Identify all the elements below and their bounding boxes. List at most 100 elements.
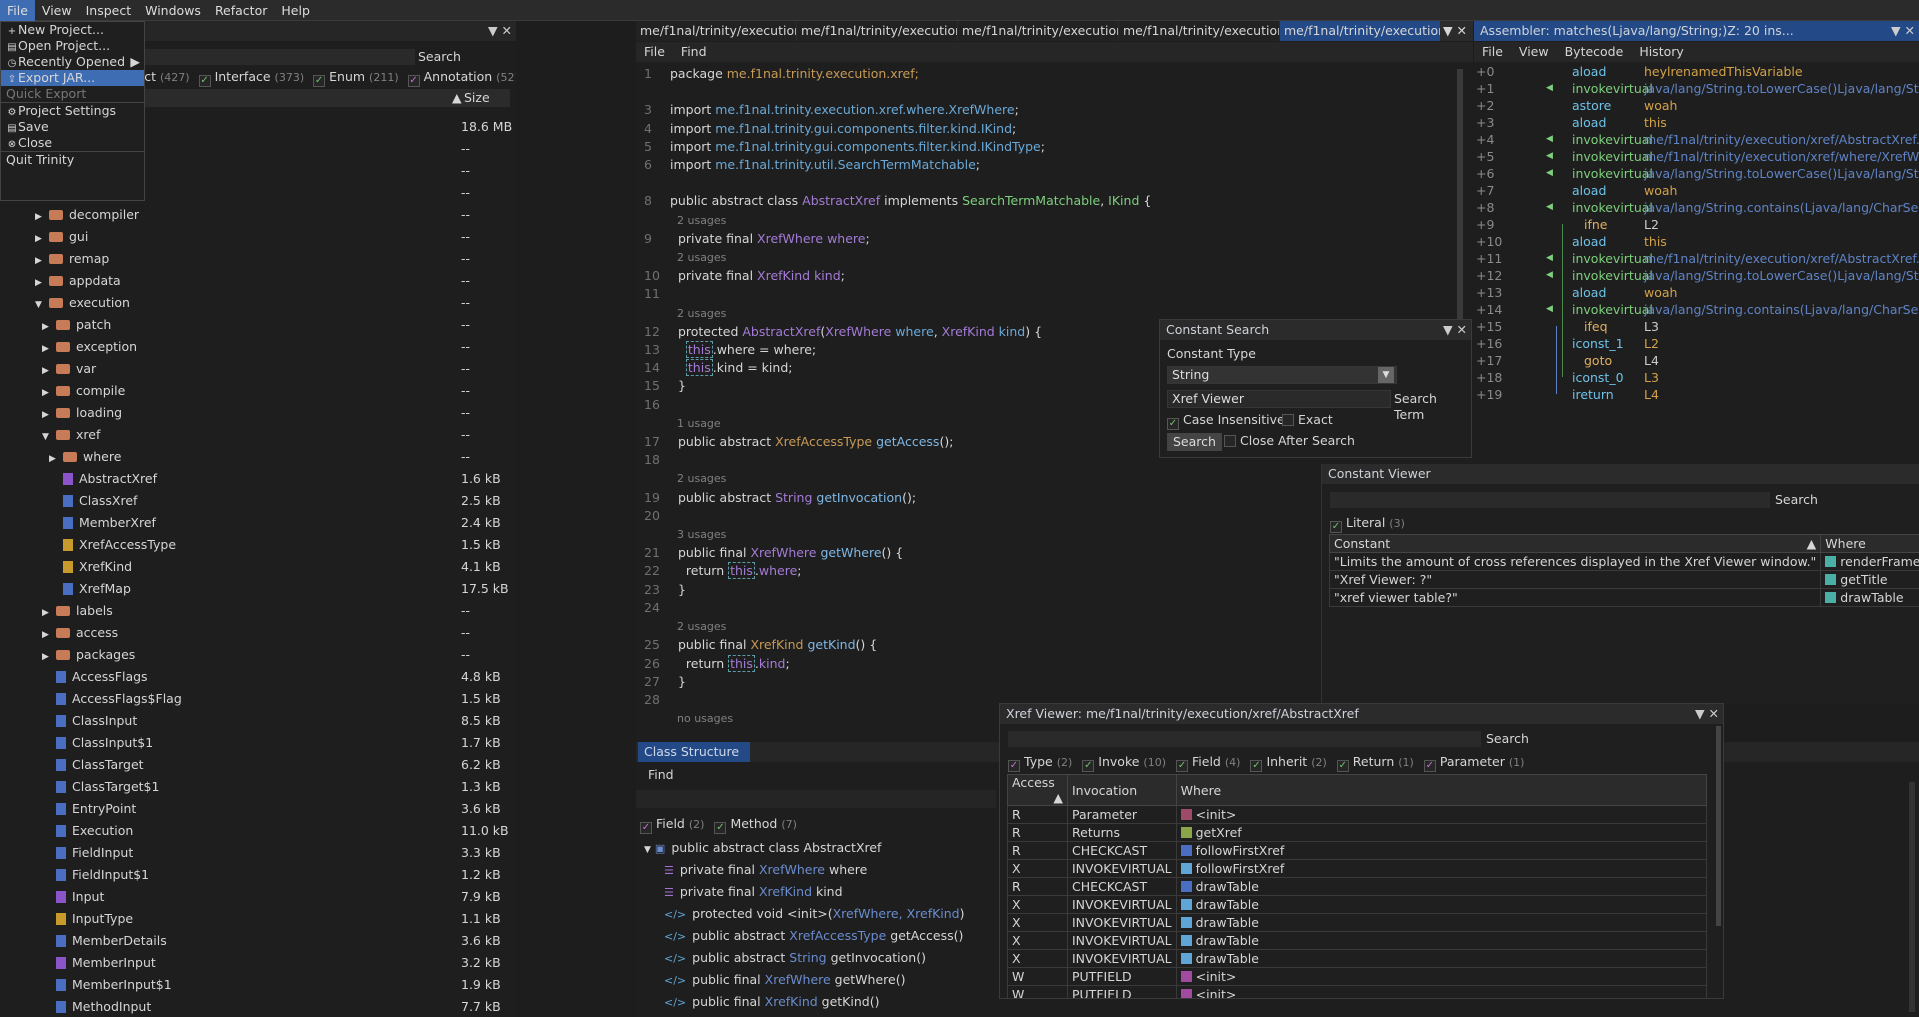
tree-row[interactable]: MemberInput3.2 kBAbstract Class: [0, 952, 510, 974]
instruction-row[interactable]: +12 ◀ invokevirtual java/lang/String.toLowe…: [1474, 267, 1919, 284]
tree-row[interactable]: ClassTarget6.2 kBClass: [0, 754, 510, 776]
tree-toggle-icon[interactable]: ▶: [35, 250, 49, 272]
tree-row[interactable]: MemberXref2.4 kBClass: [0, 512, 510, 534]
instruction-row[interactable]: +11 ◀ invokevirtual me/f1nal/trinity/execut…: [1474, 250, 1919, 267]
explorer-filter[interactable]: ✓ Enum (211): [313, 69, 399, 87]
editor-menu-item[interactable]: Find: [673, 42, 715, 62]
file-menu-item[interactable]: ⊗ Close: [1, 135, 144, 151]
close-icon[interactable]: ▼ ✕: [1443, 21, 1467, 41]
xref-search-button[interactable]: Search: [1486, 731, 1529, 747]
menu-help[interactable]: Help: [274, 0, 317, 21]
constant-viewer-search-input[interactable]: [1330, 492, 1770, 508]
instruction-row[interactable]: +3 aload this: [1474, 114, 1919, 131]
tree-row[interactable]: ▶loading--Folder: [0, 402, 510, 424]
structure-row[interactable]: </> public abstract XrefAccessType getAcc…: [664, 925, 963, 947]
file-menu-item[interactable]: Quick Export: [1, 86, 144, 102]
tree-row[interactable]: XrefMap17.5 kBClass: [0, 578, 510, 600]
xref-row[interactable]: X INVOKEVIRTUAL drawTable: [1007, 931, 1708, 950]
editor-tab[interactable]: me/f1nal/trinity/execution...: [636, 21, 796, 41]
tree-row[interactable]: MemberDetails3.6 kBClass: [0, 930, 510, 952]
tree-row[interactable]: XrefAccessType1.5 kBEnum Class: [0, 534, 510, 556]
instruction-row[interactable]: +4 ◀ invokevirtual me/f1nal/trinity/executi…: [1474, 131, 1919, 148]
tree-toggle-icon[interactable]: ▶: [42, 360, 56, 382]
tree-row[interactable]: Execution11.0 kBClass: [0, 820, 510, 842]
xref-row[interactable]: X INVOKEVIRTUAL drawTable: [1007, 949, 1708, 968]
xref-filter[interactable]: ✓ Inherit (2): [1250, 754, 1327, 772]
tree-toggle-icon[interactable]: ▼: [42, 426, 56, 448]
tree-toggle-icon[interactable]: ▶: [42, 338, 56, 360]
structure-row[interactable]: </> public final XrefKind getKind(): [664, 991, 879, 1013]
editor-tab[interactable]: me/f1nal/trinity/execution...: [1280, 21, 1440, 41]
structure-row[interactable]: </> public final XrefWhere getWhere(): [664, 969, 905, 991]
assembler-menu-item[interactable]: History: [1631, 42, 1691, 62]
tree-row[interactable]: AccessFlags$Flag1.5 kBClass: [0, 688, 510, 710]
xref-row[interactable]: X INVOKEVIRTUAL drawTable: [1007, 895, 1708, 914]
tab-class-structure[interactable]: Class Structure: [638, 742, 750, 762]
instruction-row[interactable]: +10 aload this: [1474, 233, 1919, 250]
tree-row[interactable]: AbstractXref1.6 kBAbstract Class: [0, 468, 510, 490]
sort-arrow-icon[interactable]: ▲: [1053, 790, 1063, 805]
assembler-menu-item[interactable]: File: [1474, 42, 1511, 62]
tree-toggle-icon[interactable]: ▶: [49, 448, 63, 470]
tree-toggle-icon[interactable]: ▶: [35, 206, 49, 228]
tree-row[interactable]: ▶packages--Folder: [0, 644, 510, 666]
sort-arrow-icon[interactable]: ▲: [1807, 536, 1817, 551]
class-structure-search[interactable]: [636, 790, 996, 808]
xref-row[interactable]: R Parameter <init>: [1007, 805, 1708, 824]
class-structure-find[interactable]: Find: [648, 766, 674, 784]
instruction-row[interactable]: +1 ◀ invokevirtual java/lang/String.toLower…: [1474, 80, 1919, 97]
xref-filter[interactable]: ✓ Return (1): [1336, 754, 1414, 772]
tree-row[interactable]: ▶decompiler--Folder: [0, 204, 510, 226]
tree-toggle-icon[interactable]: ▼: [35, 294, 49, 316]
explorer-filter[interactable]: ✓ Interface (373): [198, 69, 304, 87]
structure-row[interactable]: ▼ ▣ public abstract class AbstractXref: [644, 837, 881, 859]
class-structure-filter[interactable]: ✓ Method (7): [714, 816, 797, 834]
instruction-row[interactable]: +0 aload heylrenamedThisVariable: [1474, 63, 1919, 80]
instruction-row[interactable]: +17 goto L4: [1474, 352, 1919, 369]
col-size[interactable]: Size: [464, 89, 490, 107]
instruction-row[interactable]: +6 ◀ invokevirtual java/lang/String.toLower…: [1474, 165, 1919, 182]
tree-row[interactable]: ▶access--Folder: [0, 622, 510, 644]
instruction-row[interactable]: +16 iconst_1 L2: [1474, 335, 1919, 352]
structure-row[interactable]: </> protected void <init>(XrefWhere, Xref…: [664, 903, 965, 925]
constant-viewer-search-button[interactable]: Search: [1775, 492, 1818, 508]
constant-row[interactable]: "Xref Viewer: ?" getTitle: [1328, 570, 1919, 589]
instruction-row[interactable]: +14 ◀ invokevirtual java/lang/String.contai…: [1474, 301, 1919, 318]
instruction-row[interactable]: +5 ◀ invokevirtual me/f1nal/trinity/executi…: [1474, 148, 1919, 165]
tree-toggle-icon[interactable]: ▶: [42, 602, 56, 624]
xref-row[interactable]: W PUTFIELD <init>: [1007, 967, 1708, 986]
col-constant[interactable]: Constant ▲: [1328, 534, 1822, 553]
xref-row[interactable]: W PUTFIELD <init>: [1007, 985, 1708, 998]
assembler-menu-item[interactable]: View: [1511, 42, 1557, 62]
menu-view[interactable]: View: [35, 0, 79, 21]
tree-row[interactable]: MethodInput7.7 kBClass: [0, 996, 510, 1017]
right-scrollbar[interactable]: [1909, 782, 1915, 1012]
tree-row[interactable]: ▶where--Folder: [0, 446, 510, 468]
xref-row[interactable]: R Returns getXref: [1007, 823, 1708, 842]
close-icon[interactable]: ▼ ✕: [1891, 21, 1915, 41]
constant-row[interactable]: "Limits the amount of cross references d…: [1328, 552, 1919, 571]
xref-filter[interactable]: ✓ Invoke (10): [1082, 754, 1166, 772]
instruction-row[interactable]: +18 iconst_0 L3: [1474, 369, 1919, 386]
file-menu-item[interactable]: ▤Save: [1, 119, 144, 135]
editor-tab[interactable]: me/f1nal/trinity/execution...: [797, 21, 957, 41]
tree-toggle-icon[interactable]: ▶: [42, 646, 56, 668]
xref-filter[interactable]: ✓ Field (4): [1176, 754, 1240, 772]
tree-row[interactable]: ▶gui--Folder: [0, 226, 510, 248]
xref-row[interactable]: R CHECKCAST drawTable: [1007, 877, 1708, 896]
tree-row[interactable]: MemberInput$11.9 kBClass: [0, 974, 510, 996]
file-menu-item[interactable]: + New Project...: [1, 22, 144, 38]
file-menu-item[interactable]: ⚙ Project Settings: [1, 103, 144, 119]
instruction-row[interactable]: +7 aload woah: [1474, 182, 1919, 199]
tree-toggle-icon[interactable]: ▶: [42, 382, 56, 404]
tree-row[interactable]: ▶remap--Folder: [0, 248, 510, 270]
tree-row[interactable]: Input7.9 kBAbstract Class: [0, 886, 510, 908]
menu-windows[interactable]: Windows: [138, 0, 208, 21]
xref-row[interactable]: R CHECKCAST followFirstXref: [1007, 841, 1708, 860]
tree-toggle-icon[interactable]: ▶: [35, 272, 49, 294]
tree-row[interactable]: ▶compile--Folder: [0, 380, 510, 402]
xref-row[interactable]: X INVOKEVIRTUAL drawTable: [1007, 913, 1708, 932]
xref-scrollbar[interactable]: [1716, 726, 1721, 926]
xref-col[interactable]: Access ▲: [1007, 774, 1068, 806]
chevron-down-icon[interactable]: ▼: [1378, 367, 1394, 383]
